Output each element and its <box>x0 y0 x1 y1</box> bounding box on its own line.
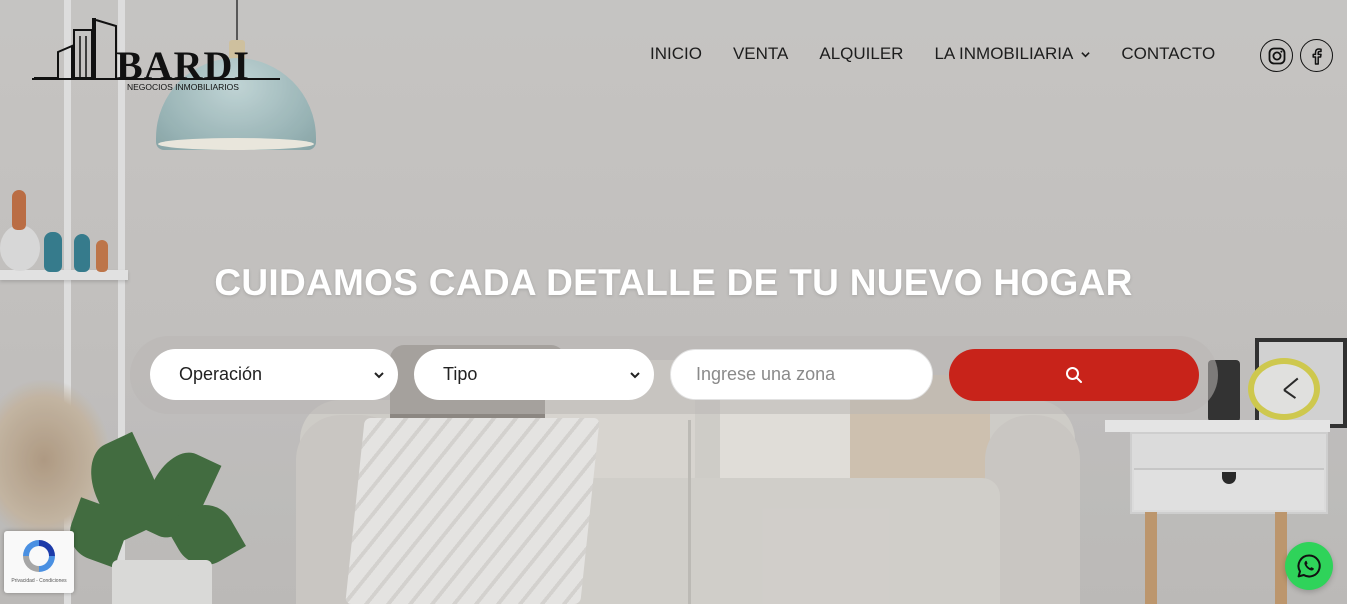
nav-item-alquiler[interactable]: ALQUILER <box>819 44 903 64</box>
hero-headline: CUIDAMOS CADA DETALLE DE TU NUEVO HOGAR <box>214 262 1133 303</box>
brand-logo[interactable]: BARDI NEGOCIOS INMOBILIARIOS <box>32 16 282 96</box>
instagram-link[interactable] <box>1260 39 1293 72</box>
recaptcha-badge[interactable]: Privacidad - Condiciones <box>4 531 74 593</box>
nav-item-label: ALQUILER <box>819 44 904 63</box>
main-nav: INICIO VENTA ALQUILER LA INMOBILIARIA CO… <box>650 44 1215 64</box>
search-icon <box>1066 367 1082 383</box>
nav-item-label: CONTACTO <box>1121 44 1216 63</box>
instagram-icon <box>1268 47 1285 64</box>
brand-tagline: NEGOCIOS INMOBILIARIOS <box>127 82 239 92</box>
nav-item-label: VENTA <box>732 44 789 63</box>
nav-item-label: INICIO <box>650 44 702 63</box>
chevron-down-icon <box>374 371 384 378</box>
operation-select-value: Operación <box>179 364 263 384</box>
nav-item-inicio[interactable]: INICIO <box>650 44 702 64</box>
recaptcha-icon <box>23 540 55 572</box>
search-button[interactable] <box>949 349 1199 401</box>
type-select-value: Tipo <box>443 364 478 384</box>
type-select[interactable]: Tipo <box>414 349 654 400</box>
nav-item-contacto[interactable]: CONTACTO <box>1121 44 1215 64</box>
whatsapp-button[interactable] <box>1285 542 1333 590</box>
recaptcha-text: Privacidad - Condiciones <box>11 578 67 584</box>
nav-item-label: LA INMOBILIARIA <box>934 44 1074 63</box>
zone-input[interactable]: Ingrese una zona <box>670 349 933 400</box>
logo-underline <box>32 78 280 80</box>
facebook-icon <box>1311 47 1322 65</box>
operation-select[interactable]: Operación <box>150 349 398 400</box>
chevron-down-icon <box>1081 51 1091 57</box>
whatsapp-icon <box>1297 554 1321 578</box>
nav-item-la-inmobiliaria[interactable]: LA INMOBILIARIA <box>934 44 1091 64</box>
chevron-down-icon <box>630 371 640 378</box>
nav-item-venta[interactable]: VENTA <box>733 44 788 64</box>
zone-input-placeholder: Ingrese una zona <box>696 364 836 384</box>
facebook-link[interactable] <box>1300 39 1333 72</box>
